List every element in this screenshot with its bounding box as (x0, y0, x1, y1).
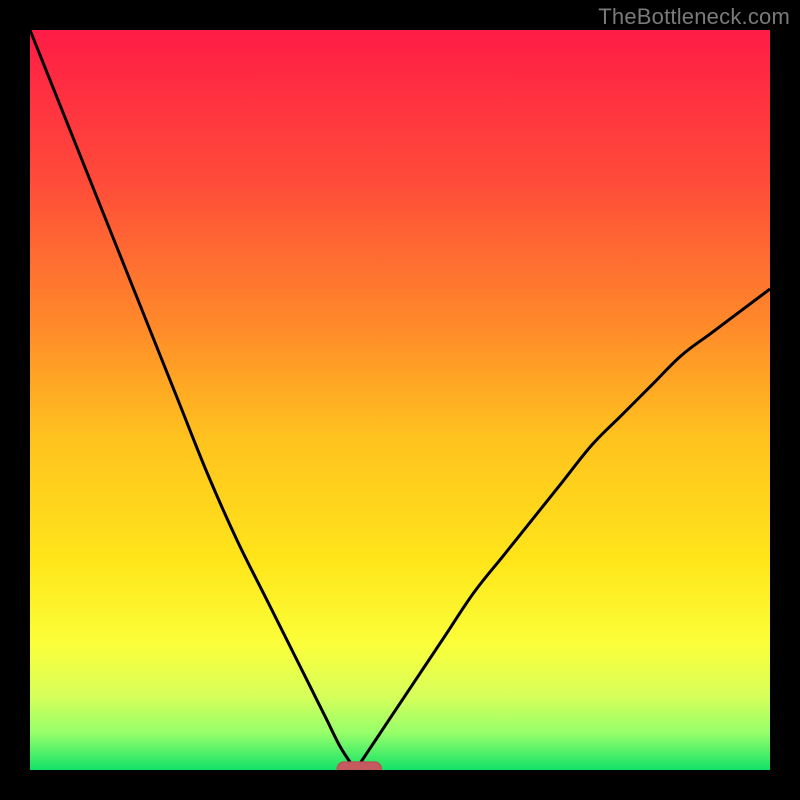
plot-area (30, 30, 770, 770)
optimum-marker (337, 762, 381, 770)
chart-frame: TheBottleneck.com (0, 0, 800, 800)
watermark-text: TheBottleneck.com (598, 4, 790, 30)
gradient-background (30, 30, 770, 770)
bottleneck-chart (30, 30, 770, 770)
